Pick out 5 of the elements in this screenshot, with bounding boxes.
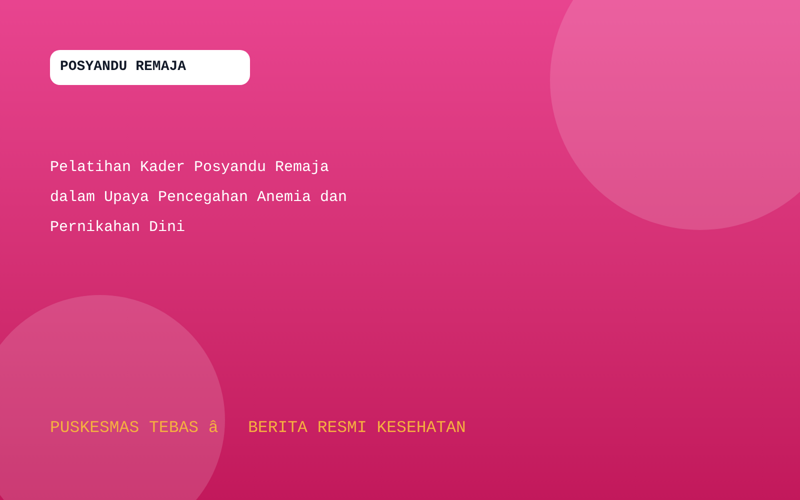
title-line: Pernikahan Dini (50, 218, 186, 238)
title-line: Pelatihan Kader Posyandu Remaja (50, 158, 330, 178)
title-line: dalam Upaya Pencegahan Anemia dan (50, 188, 348, 208)
footer-text: PUSKESMAS TEBAS â BERITA RESMI KESEHATAN (50, 418, 467, 438)
badge: POSYANDU REMAJA (50, 50, 250, 85)
